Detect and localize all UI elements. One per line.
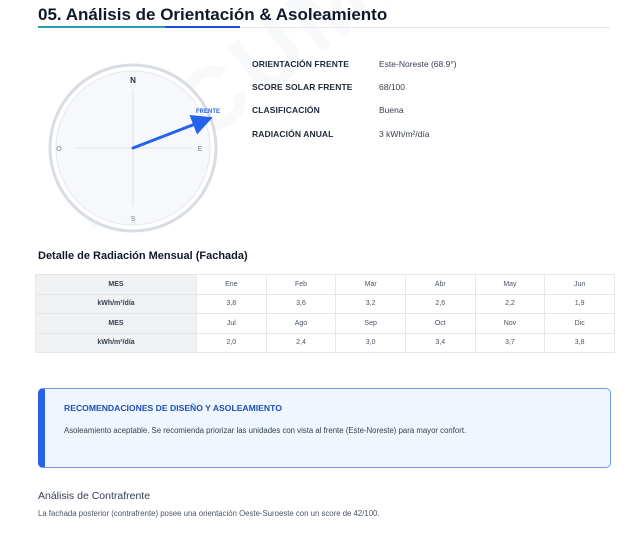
- value-cell: 3,8: [196, 293, 267, 314]
- value-cell: 3,6: [265, 293, 337, 314]
- title-accent-secondary: [165, 26, 240, 28]
- summary-row-classification: CLASIFICACIÓN Buena: [252, 99, 457, 122]
- summary-label: ORIENTACIÓN FRENTE: [252, 58, 350, 69]
- value-cell: 3,4: [404, 332, 476, 353]
- summary-value: Buena: [379, 105, 404, 116]
- month-cell: Oct: [404, 313, 476, 334]
- summary-label: RADIACIÓN ANUAL: [252, 128, 334, 139]
- month-cell: Feb: [265, 274, 337, 295]
- contrafrente-title: Análisis de Contrafrente: [38, 490, 151, 502]
- contrafrente-text: La fachada posterior (contrafrente) pose…: [38, 509, 380, 518]
- summary-value: 68/100: [379, 81, 405, 92]
- summary-label: SCORE SOLAR FRENTE: [252, 81, 353, 92]
- month-cell: Mar: [335, 274, 406, 295]
- compass-north-label: N: [130, 76, 136, 85]
- summary-row-orientation: ORIENTACIÓN FRENTE Este-Noreste (68.9°): [252, 52, 457, 75]
- row-header-month: MES: [35, 313, 197, 334]
- title-accent: [38, 26, 165, 28]
- monthly-radiation-table: MES Ene Feb Mar Abr May Jun kWh/m²/día 3…: [35, 274, 615, 353]
- value-cell: 3,7: [474, 332, 546, 353]
- summary-label: CLASIFICACIÓN: [252, 105, 320, 116]
- row-header-month: MES: [35, 274, 197, 295]
- value-cell: 2,4: [265, 332, 337, 353]
- month-cell: Dic: [544, 313, 615, 334]
- compass-west-label: O: [56, 146, 62, 153]
- recommendation-title: RECOMENDACIONES DE DISEÑO Y ASOLEAMIENTO: [64, 403, 282, 413]
- table-row-values-2: kWh/m²/día 2,0 2,4 3,0 3,4 3,7 3,8: [35, 332, 615, 353]
- summary-row-radiation: RADIACIÓN ANUAL 3 kWh/m²/día: [252, 122, 457, 145]
- summary-row-score: SCORE SOLAR FRENTE 68/100: [252, 75, 457, 98]
- value-cell: 2,2: [474, 293, 546, 314]
- page-title: 05. Análisis de Orientación & Asoleamien…: [38, 5, 388, 24]
- table-row-months-1: MES Ene Feb Mar Abr May Jun: [35, 274, 615, 295]
- month-cell: May: [474, 274, 546, 295]
- value-cell: 2,6: [404, 293, 476, 314]
- month-cell: Nov: [474, 313, 546, 334]
- recommendation-text: Asoleamiento aceptable. Se recomienda pr…: [64, 426, 467, 435]
- compass-east-label: E: [198, 146, 203, 153]
- summary-value: Este-Noreste (68.9°): [379, 58, 457, 69]
- compass: N S E O FRENTE: [48, 63, 220, 233]
- summary-value: 3 kWh/m²/día: [379, 128, 430, 139]
- value-cell: 2,0: [196, 332, 267, 353]
- value-cell: 1,9: [544, 293, 615, 314]
- frente-label: FRENTE: [196, 109, 220, 115]
- row-header-value: kWh/m²/día: [35, 332, 197, 353]
- summary-table: ORIENTACIÓN FRENTE Este-Noreste (68.9°) …: [252, 52, 457, 145]
- value-cell: 3,8: [544, 332, 615, 353]
- value-cell: 3,2: [335, 293, 406, 314]
- table-row-months-2: MES Jul Ago Sep Oct Nov Dic: [35, 313, 615, 334]
- recommendation-box: RECOMENDACIONES DE DISEÑO Y ASOLEAMIENTO…: [38, 388, 611, 468]
- month-cell: Ene: [196, 274, 267, 295]
- month-cell: Ago: [265, 313, 337, 334]
- month-cell: Abr: [404, 274, 476, 295]
- table-row-values-1: kWh/m²/día 3,8 3,6 3,2 2,6 2,2 1,9: [35, 293, 615, 314]
- month-cell: Sep: [335, 313, 406, 334]
- value-cell: 3,0: [335, 332, 406, 353]
- monthly-section-title: Detalle de Radiación Mensual (Fachada): [38, 250, 248, 262]
- month-cell: Jul: [196, 313, 267, 334]
- row-header-value: kWh/m²/día: [35, 293, 197, 314]
- month-cell: Jun: [544, 274, 615, 295]
- compass-south-label: S: [131, 216, 136, 223]
